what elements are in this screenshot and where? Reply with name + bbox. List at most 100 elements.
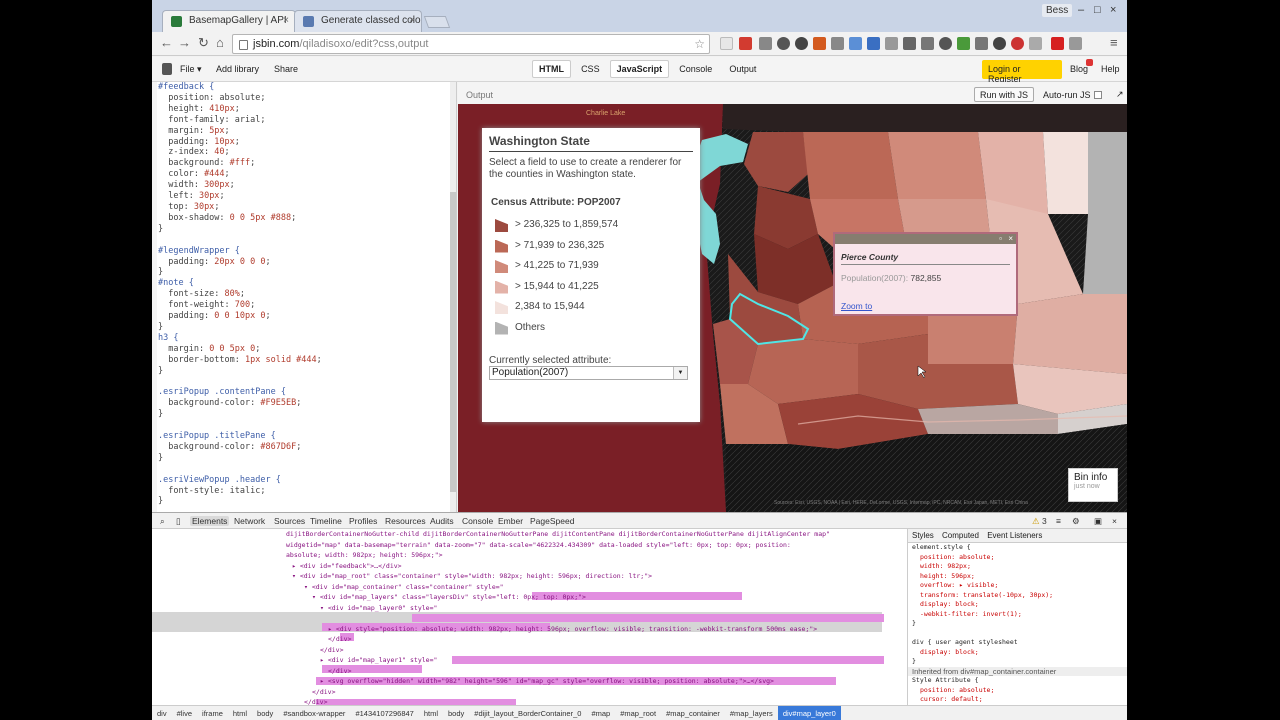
autorun-checkbox[interactable] bbox=[1093, 91, 1102, 99]
breadcrumb-item[interactable]: html bbox=[228, 706, 252, 720]
dom-node[interactable]: ▸ <div style="position: absolute; width:… bbox=[328, 624, 817, 635]
dock-icon[interactable]: ▣ bbox=[1094, 516, 1102, 527]
county-spokane[interactable] bbox=[1083, 132, 1127, 294]
style-property[interactable]: overflow: ▸ visible; bbox=[908, 581, 1127, 591]
extension-icon[interactable] bbox=[975, 37, 988, 50]
dom-node[interactable]: ▸ <div id="map_layer1" style=" bbox=[320, 655, 437, 666]
extension-icon[interactable] bbox=[831, 37, 844, 50]
menu-icon[interactable]: ≡ bbox=[1110, 35, 1118, 50]
county-whitman[interactable] bbox=[1013, 294, 1127, 374]
attribute-select[interactable]: Population(2007) ▼ bbox=[489, 366, 688, 380]
breadcrumb-item[interactable]: #sandbox-wrapper bbox=[278, 706, 350, 720]
tab-output[interactable]: Output bbox=[722, 60, 763, 78]
tab-network[interactable]: Network bbox=[234, 516, 265, 526]
dom-node[interactable]: </div> bbox=[328, 666, 351, 677]
extension-gmail-icon[interactable] bbox=[739, 37, 752, 50]
extension-icon[interactable] bbox=[759, 37, 772, 50]
dom-node[interactable]: ▾ <div id="map_root" class="container" s… bbox=[292, 571, 652, 582]
close-tab-icon[interactable]: × bbox=[409, 15, 415, 26]
extension-icon[interactable] bbox=[939, 37, 952, 50]
dom-node[interactable]: ▾ <div id="map_layer0" style=" bbox=[320, 603, 437, 614]
breadcrumb-item[interactable]: #map_container bbox=[661, 706, 725, 720]
county-lewis[interactable] bbox=[748, 339, 858, 404]
tab-resources[interactable]: Resources bbox=[385, 516, 426, 526]
extension-icon[interactable] bbox=[921, 37, 934, 50]
extension-icon[interactable] bbox=[903, 37, 916, 50]
tab-timeline[interactable]: Timeline bbox=[310, 516, 342, 526]
breadcrumb-item[interactable]: div#map_layer0 bbox=[777, 706, 841, 720]
close-window-icon[interactable]: × bbox=[1110, 4, 1116, 16]
tab-html[interactable]: HTML bbox=[532, 60, 571, 78]
dom-node[interactable]: </div> bbox=[304, 697, 327, 705]
warning-icon[interactable]: ⚠ bbox=[1032, 516, 1040, 527]
breadcrumb-item[interactable]: body bbox=[443, 706, 469, 720]
style-property[interactable]: cursor: default; bbox=[908, 695, 1127, 705]
forward-icon[interactable]: → bbox=[178, 35, 191, 50]
style-property[interactable]: height: 596px; bbox=[908, 572, 1127, 582]
chevron-down-icon[interactable]: ▼ bbox=[673, 367, 687, 379]
tab-sources[interactable]: Sources bbox=[274, 516, 305, 526]
address-bar[interactable]: jsbin.com/qiladisoxo/edit?css,output ☆ bbox=[232, 34, 710, 54]
tab-styles[interactable]: Styles bbox=[912, 531, 934, 540]
tab-css[interactable]: CSS bbox=[574, 60, 607, 78]
dom-node[interactable]: ▾ <div id="map_layers" class="layersDiv"… bbox=[312, 592, 586, 603]
extension-icon[interactable] bbox=[867, 37, 880, 50]
tab-profiles[interactable]: Profiles bbox=[349, 516, 377, 526]
dom-node[interactable]: absolute; width: 982px; height: 596px;"> bbox=[286, 550, 443, 561]
autorun-toggle[interactable]: Auto-run JS bbox=[1043, 90, 1102, 100]
extension-icon[interactable] bbox=[795, 37, 808, 50]
extension-icon[interactable] bbox=[813, 37, 826, 50]
bookmark-star-icon[interactable]: ☆ bbox=[694, 37, 705, 51]
browser-tab-generate-classed[interactable]: Generate classed colo × bbox=[294, 10, 422, 32]
profile-button[interactable]: Bess bbox=[1042, 4, 1073, 17]
map-output[interactable]: Sources: Esri, USGS, NOAA | Esri, HERE, … bbox=[458, 104, 1127, 512]
zoom-to-link[interactable]: Zoom to bbox=[841, 301, 872, 311]
dom-node[interactable]: ▸ <div id="feedback">…</div> bbox=[292, 561, 402, 572]
minimize-icon[interactable]: – bbox=[1078, 4, 1084, 16]
popout-icon[interactable]: ↗ bbox=[1116, 89, 1124, 100]
styles-pane[interactable]: Styles Computed Event Listeners element.… bbox=[907, 529, 1127, 705]
tab-event-listeners[interactable]: Event Listeners bbox=[987, 531, 1042, 540]
bin-info-panel[interactable]: Bin info just now bbox=[1068, 468, 1118, 502]
style-property[interactable]: width: 982px; bbox=[908, 562, 1127, 572]
tab-computed[interactable]: Computed bbox=[942, 531, 979, 540]
breadcrumb-item[interactable]: #1434107296847 bbox=[350, 706, 418, 720]
breadcrumb-item[interactable]: #dijit_layout_BorderContainer_0 bbox=[469, 706, 586, 720]
breadcrumb-item[interactable]: #map_layers bbox=[725, 706, 778, 720]
style-property[interactable]: display: block; bbox=[908, 648, 1127, 658]
breadcrumb-item[interactable]: #map bbox=[586, 706, 615, 720]
style-property[interactable]: display: block; bbox=[908, 600, 1127, 610]
dom-node[interactable]: ▾ <div id="map_container" class="contain… bbox=[304, 582, 504, 593]
dom-node[interactable]: ▸ <svg overflow="hidden" width="982" hei… bbox=[320, 676, 774, 687]
extension-icon[interactable] bbox=[1069, 37, 1082, 50]
breadcrumb-item[interactable]: iframe bbox=[197, 706, 228, 720]
maximize-popup-icon[interactable]: ▫ bbox=[999, 234, 1002, 244]
county-pend-oreille[interactable] bbox=[1043, 132, 1088, 214]
dom-node[interactable]: widgetid="map" data-basemap="terrain" da… bbox=[286, 540, 791, 551]
reload-icon[interactable]: ↻ bbox=[198, 35, 209, 51]
extension-icon[interactable] bbox=[777, 37, 790, 50]
dom-tree[interactable]: dijitBorderContainerNoGutter-child dijit… bbox=[152, 529, 902, 705]
blog-link[interactable]: Blog bbox=[1070, 64, 1088, 74]
extension-icon[interactable] bbox=[885, 37, 898, 50]
login-button[interactable]: Login or Register bbox=[982, 60, 1062, 84]
style-property[interactable]: transform: translate(-10px, 30px); bbox=[908, 591, 1127, 601]
dom-node[interactable]: </div> bbox=[328, 634, 351, 645]
back-icon[interactable]: ← bbox=[160, 35, 173, 50]
extension-icon[interactable] bbox=[849, 37, 862, 50]
style-property[interactable]: position: absolute; bbox=[908, 686, 1127, 696]
device-mode-icon[interactable]: ▯ bbox=[176, 516, 181, 527]
extension-icon[interactable] bbox=[993, 37, 1006, 50]
close-popup-icon[interactable]: × bbox=[1008, 234, 1013, 244]
css-editor[interactable]: #feedback { position: absolute; height: … bbox=[152, 82, 457, 512]
extension-youtube-icon[interactable] bbox=[1051, 37, 1064, 50]
dom-node[interactable]: dijitBorderContainerNoGutter-child dijit… bbox=[286, 529, 830, 540]
tab-elements[interactable]: Elements bbox=[190, 516, 230, 526]
tab-console[interactable]: Console bbox=[672, 60, 719, 78]
style-property[interactable]: -webkit-filter: invert(1); bbox=[908, 610, 1127, 620]
tab-javascript[interactable]: JavaScript bbox=[609, 60, 670, 78]
extension-icon[interactable] bbox=[1011, 37, 1024, 50]
share-menu[interactable]: Share bbox=[274, 64, 298, 74]
dom-node[interactable]: </div> bbox=[312, 687, 335, 698]
breadcrumb-item[interactable]: body bbox=[252, 706, 278, 720]
